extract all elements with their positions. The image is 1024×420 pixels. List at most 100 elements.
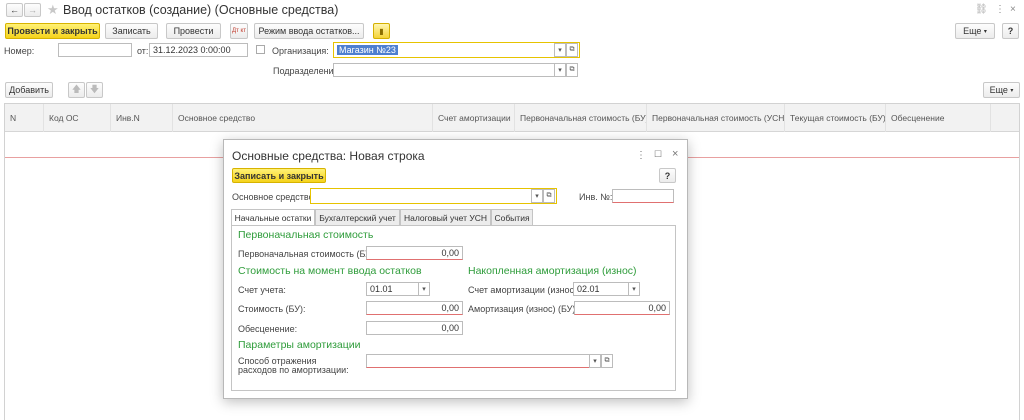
add-button[interactable]: Добавить (5, 82, 53, 98)
impairment-label: Обесценение: (238, 324, 298, 334)
asset-dropdown[interactable]: ▾ (531, 189, 543, 203)
dropdown-arrow-icon: ▾ (632, 286, 636, 293)
tab-bar: Начальные остатки Бухгалтерский учет Нал… (231, 209, 681, 226)
division-dropdown[interactable]: ▾ (554, 63, 566, 77)
write-button[interactable]: Записать (105, 23, 158, 39)
dt-kt-icon: Дт кт (232, 28, 246, 34)
account-dropdown[interactable]: ▾ (418, 282, 430, 296)
report-icon: ▮ (379, 26, 384, 36)
dropdown-arrow-icon: ▾ (558, 47, 562, 54)
report-button[interactable]: ▮ (373, 23, 390, 39)
cost-at-entry-section-title: Стоимость на момент ввода остатков (238, 265, 422, 277)
move-down-button[interactable]: 🡇 (86, 82, 103, 98)
tab-events[interactable]: События (491, 209, 533, 225)
arrow-left-icon: ← (10, 5, 19, 15)
amort-account-field[interactable]: 02.01 (573, 282, 629, 296)
asset-label: Основное средство: (232, 192, 317, 202)
tab-content: Первоначальная стоимость Первоначальная … (231, 225, 676, 391)
dialog-help-button[interactable]: ? (659, 168, 676, 183)
arrow-up-icon: 🡅 (71, 84, 82, 94)
date-label: от: (137, 46, 149, 56)
post-button[interactable]: Провести (166, 23, 221, 39)
cost-label: Стоимость (БУ): (238, 304, 306, 314)
dropdown-arrow-icon: ▾ (593, 358, 597, 365)
method-dropdown[interactable]: ▾ (589, 354, 601, 368)
method-field[interactable] (366, 354, 590, 368)
initial-cost-section-title: Первоначальная стоимость (238, 229, 374, 241)
dropdown-arrow-icon: ▾ (535, 193, 539, 200)
title-bar: ← → ★ Ввод остатков (создание) (Основные… (0, 0, 1024, 20)
col-inv[interactable]: Инв.N (111, 104, 173, 132)
date-field[interactable]: 31.12.2023 0:00:00 (149, 43, 248, 57)
organization-value: Магазин №23 (337, 45, 398, 55)
amort-account-label: Счет амортизации (износа): (468, 285, 585, 295)
more-button[interactable]: Еще ▾ (955, 23, 995, 39)
col-code[interactable]: Код ОС (44, 104, 111, 132)
col-n[interactable]: N (5, 104, 44, 132)
initial-cost-field[interactable]: 0,00 (366, 246, 463, 260)
dialog-menu-icon[interactable]: ⋮ (636, 150, 646, 161)
dropdown-arrow-icon: ▾ (558, 67, 562, 74)
arrow-right-icon: → (28, 5, 37, 15)
open-link-icon: ⧉ (569, 46, 575, 53)
organization-dropdown[interactable]: ▾ (554, 43, 566, 57)
dialog-close-icon[interactable]: × (672, 148, 678, 160)
division-label: Подразделение: (273, 66, 342, 76)
division-open[interactable]: ⧉ (566, 63, 578, 77)
organization-field[interactable]: Магазин №23 (333, 42, 555, 58)
number-label: Номер: (4, 46, 35, 56)
close-icon[interactable]: × (1010, 4, 1016, 15)
method-open[interactable]: ⧉ (601, 354, 613, 368)
col-current-cost[interactable]: Текущая стоимость (БУ) (785, 104, 886, 132)
organization-label: Организация: (272, 46, 329, 56)
tab-initial-balances[interactable]: Начальные остатки (231, 209, 315, 226)
tab-tax-usn[interactable]: Налоговый учет УСН (400, 209, 491, 225)
method-label-line2: расходов по амортизации: (238, 365, 349, 375)
help-button[interactable]: ? (1002, 23, 1019, 39)
menu-dots-icon[interactable]: ⋮ (995, 4, 1005, 15)
number-field[interactable] (58, 43, 132, 57)
account-field[interactable]: 01.01 (366, 282, 419, 296)
maximize-icon[interactable]: ☐ (654, 149, 662, 160)
chevron-down-icon: ▾ (983, 28, 987, 35)
inv-field[interactable] (612, 189, 674, 203)
amort-account-dropdown[interactable]: ▾ (628, 282, 640, 296)
col-initial-cost-usn[interactable]: Первоначальная стоимость (УСН) (647, 104, 785, 132)
write-and-close-button[interactable]: Записать и закрыть (232, 168, 326, 183)
link-icon[interactable]: ⛓ (975, 4, 988, 15)
amortization-field[interactable]: 0,00 (574, 301, 670, 315)
tab-accounting[interactable]: Бухгалтерский учет (315, 209, 400, 225)
cost-field[interactable]: 0,00 (366, 301, 463, 315)
open-link-icon: ⧉ (604, 357, 610, 364)
new-row-dialog: Основные средства: Новая строка ⋮ ☐ × За… (223, 139, 688, 399)
division-field[interactable] (333, 63, 555, 77)
move-up-button[interactable]: 🡅 (68, 82, 85, 98)
impairment-field[interactable]: 0,00 (366, 321, 463, 335)
window-title: Ввод остатков (создание) (Основные средс… (63, 3, 339, 17)
table-more-button[interactable]: Еще ▾ (983, 82, 1020, 98)
table-header: N Код ОС Инв.N Основное средство Счет ам… (5, 104, 1019, 132)
post-and-close-button[interactable]: Провести и закрыть (5, 23, 100, 39)
dropdown-arrow-icon: ▾ (422, 286, 426, 293)
dt-kt-button[interactable]: Дт кт (230, 23, 248, 39)
organization-open[interactable]: ⧉ (566, 43, 578, 57)
initial-cost-label: Первоначальная стоимость (БУ): (238, 249, 377, 259)
open-link-icon: ⧉ (569, 66, 575, 73)
back-button[interactable]: ← (6, 3, 23, 17)
col-amort-account[interactable]: Счет амортизации (433, 104, 515, 132)
star-icon[interactable]: ★ (47, 2, 59, 18)
checkbox[interactable] (256, 45, 265, 54)
chevron-down-icon: ▾ (1010, 87, 1014, 94)
forward-button[interactable]: → (24, 3, 41, 17)
arrow-down-icon: 🡇 (89, 84, 100, 94)
accumulated-amortization-section-title: Накопленная амортизация (износ) (468, 265, 637, 277)
asset-open[interactable]: ⧉ (543, 189, 555, 203)
balance-mode-button[interactable]: Режим ввода остатков... (254, 23, 364, 39)
col-initial-cost-bu[interactable]: Первоначальная стоимость (БУ) (515, 104, 647, 132)
asset-field[interactable] (310, 188, 532, 204)
amortization-params-section-title: Параметры амортизации (238, 339, 361, 351)
col-asset[interactable]: Основное средство (173, 104, 433, 132)
dialog-title: Основные средства: Новая строка (232, 149, 425, 163)
col-impairment[interactable]: Обесценение (886, 104, 991, 132)
inv-label: Инв. №: (579, 192, 613, 202)
